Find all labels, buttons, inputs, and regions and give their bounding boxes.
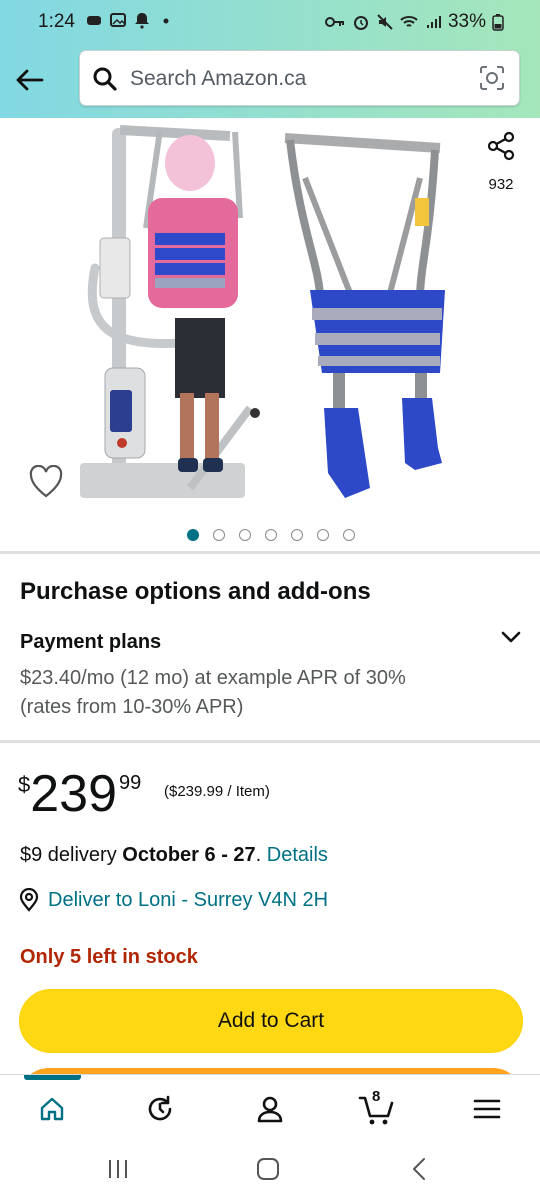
recent-apps-icon[interactable] bbox=[106, 1157, 130, 1181]
price-currency: $ bbox=[18, 772, 31, 797]
mute-icon bbox=[377, 14, 393, 30]
divider bbox=[0, 740, 540, 743]
status-time: 1:24 bbox=[38, 11, 75, 32]
signal-icon bbox=[426, 16, 441, 28]
pagination-dot[interactable] bbox=[213, 529, 225, 541]
payment-plans-title[interactable]: Payment plans bbox=[20, 631, 161, 654]
game-icon bbox=[87, 16, 101, 25]
product-price: $ 239 99 bbox=[18, 766, 141, 822]
pagination-dot[interactable] bbox=[239, 529, 251, 541]
battery-icon bbox=[492, 14, 504, 31]
add-to-cart-button[interactable]: Add to Cart bbox=[19, 989, 523, 1053]
menu-icon bbox=[473, 1099, 501, 1119]
image-pagination[interactable] bbox=[187, 529, 355, 541]
price-fraction: 99 bbox=[119, 772, 142, 794]
cart-count: 8 bbox=[372, 1088, 381, 1105]
nav-menu[interactable] bbox=[467, 1091, 507, 1127]
bottom-navigation: 8 bbox=[0, 1074, 540, 1140]
delivery-details-link[interactable]: Details bbox=[267, 844, 328, 866]
deliver-to-location[interactable]: Deliver to Loni - Surrey V4N 2H bbox=[18, 888, 328, 912]
camera-lens-icon[interactable] bbox=[479, 65, 505, 91]
share-count: 932 bbox=[488, 176, 514, 193]
payment-plans-text: $23.40/mo (12 mo) at example APR of 30% … bbox=[20, 667, 406, 718]
delivery-dates: October 6 - 27 bbox=[122, 844, 256, 866]
patient-lift-illustration bbox=[80, 125, 260, 498]
status-bar: 1:24 33% bbox=[0, 0, 540, 46]
dot-icon bbox=[163, 18, 169, 24]
active-tab-indicator bbox=[24, 1075, 81, 1080]
key-icon bbox=[324, 17, 344, 27]
battery-percent: 33% bbox=[447, 11, 486, 32]
search-icon bbox=[93, 67, 117, 91]
back-arrow-icon bbox=[16, 69, 44, 91]
refresh-history-icon bbox=[148, 1095, 172, 1121]
image-icon bbox=[110, 13, 126, 27]
alarm-icon bbox=[353, 16, 368, 30]
nav-account[interactable] bbox=[250, 1091, 290, 1127]
share-button[interactable] bbox=[485, 130, 517, 167]
system-back-icon[interactable] bbox=[408, 1157, 432, 1181]
unit-price: ($239.99 / Item) bbox=[164, 783, 270, 800]
nav-cart[interactable]: 8 bbox=[356, 1088, 400, 1127]
system-navigation-bar bbox=[0, 1140, 540, 1200]
payment-plans-expand[interactable] bbox=[498, 624, 524, 655]
product-image-gallery[interactable]: 932 bbox=[0, 118, 540, 550]
share-icon bbox=[487, 131, 515, 161]
nav-home[interactable] bbox=[32, 1091, 72, 1127]
pagination-dot[interactable] bbox=[343, 529, 355, 541]
delivery-prefix: $9 delivery bbox=[20, 844, 123, 866]
back-button[interactable] bbox=[10, 60, 50, 100]
sling-illustration bbox=[284, 133, 445, 498]
wifi-icon bbox=[400, 16, 418, 27]
bell-icon bbox=[135, 13, 149, 29]
system-status-icons: 33% bbox=[324, 11, 504, 33]
app-header: 1:24 33% Search Amazon.ca bbox=[0, 0, 540, 118]
home-system-icon[interactable] bbox=[255, 1156, 281, 1182]
price-whole: 239 bbox=[30, 765, 118, 823]
product-image bbox=[80, 125, 445, 498]
delivery-separator: . bbox=[255, 844, 267, 866]
nav-buy-again[interactable] bbox=[140, 1091, 180, 1127]
location-pin-icon bbox=[19, 888, 39, 912]
search-placeholder: Search Amazon.ca bbox=[130, 67, 307, 90]
chevron-down-icon bbox=[501, 631, 521, 643]
search-input[interactable]: Search Amazon.ca bbox=[79, 50, 520, 106]
pagination-dot[interactable] bbox=[291, 529, 303, 541]
wishlist-button[interactable] bbox=[28, 464, 64, 504]
home-icon bbox=[40, 1097, 64, 1121]
notification-icons bbox=[85, 11, 175, 29]
deliver-to-text[interactable]: Deliver to Loni - Surrey V4N 2H bbox=[48, 889, 328, 912]
pagination-dot[interactable] bbox=[265, 529, 277, 541]
account-icon bbox=[257, 1096, 283, 1123]
pagination-dot[interactable] bbox=[187, 529, 199, 541]
divider bbox=[0, 551, 540, 554]
purchase-options-title: Purchase options and add-ons bbox=[20, 578, 371, 605]
pagination-dot[interactable] bbox=[317, 529, 329, 541]
delivery-info: $9 delivery October 6 - 27. Details bbox=[20, 844, 328, 867]
stock-status: Only 5 left in stock bbox=[20, 946, 198, 968]
heart-icon bbox=[29, 464, 63, 498]
